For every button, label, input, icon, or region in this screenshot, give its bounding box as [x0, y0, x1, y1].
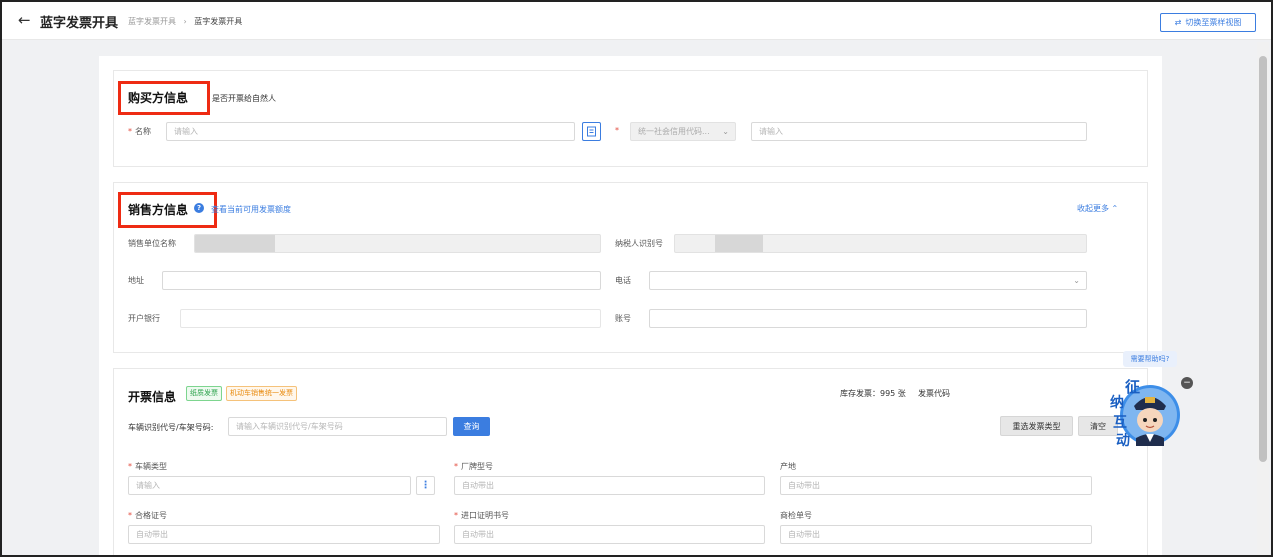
seller-section-title: 销售方信息 [128, 203, 189, 217]
seller-name-label: 销售单位名称 [128, 239, 176, 248]
inspect-no-label: 商检单号 [780, 511, 812, 520]
seller-bank-input[interactable] [180, 309, 601, 328]
required-mark: * [454, 511, 458, 520]
natural-person-toggle-label[interactable]: 是否开票给自然人 [212, 93, 276, 104]
vin-label: 车辆识别代号/车架号码: [128, 423, 214, 432]
app-window: ← 蓝字发票开具 蓝字发票开具 › 蓝字发票开具 ⇄ 切换至票样视图 购买方信息… [0, 0, 1273, 557]
help-icon[interactable]: ? [194, 203, 204, 213]
inspect-no-input[interactable]: 自动带出 [780, 525, 1092, 544]
buyer-code-input[interactable]: 请输入 [751, 122, 1087, 141]
redacted-block [715, 235, 763, 252]
mascot-char-3: 互 [1113, 415, 1127, 431]
mascot-char-2: 纳 [1110, 395, 1124, 411]
buyer-name-input[interactable]: 请输入 [166, 122, 575, 141]
chevron-down-icon: ⌄ [722, 127, 729, 136]
quota-link[interactable]: 查看当前可用发票额度 [211, 204, 291, 215]
collapse-more-label: 收起更多 [1077, 204, 1109, 213]
required-mark: * [128, 511, 132, 520]
breadcrumb: 蓝字发票开具 › 蓝字发票开具 [128, 16, 242, 27]
cert-no-label: * 合格证号 [128, 510, 167, 521]
origin-label: 产地 [780, 462, 796, 471]
buyer-name-label-text: 名称 [135, 127, 151, 136]
seller-bank-label: 开户银行 [128, 314, 160, 323]
buyer-name-label: * 名称 [128, 126, 151, 137]
switch-view-button[interactable]: ⇄ 切换至票样视图 [1160, 13, 1256, 32]
required-mark: * [615, 126, 619, 135]
mascot-char-1: 征 [1125, 378, 1141, 396]
helper-mascot[interactable]: 征 纳 互 动 [1108, 378, 1182, 452]
cert-no-label-text: 合格证号 [135, 511, 167, 520]
more-options-icon[interactable]: ⋮ [416, 476, 435, 495]
import-cert-label-text: 进口证明书号 [461, 511, 509, 520]
brand-model-label: * 厂牌型号 [454, 461, 493, 472]
vehicle-type-label-text: 车辆类型 [135, 462, 167, 471]
breadcrumb-item-1[interactable]: 蓝字发票开具 [128, 17, 176, 26]
import-cert-input[interactable]: 自动带出 [454, 525, 765, 544]
buyer-code-type-select[interactable]: 统一社会信用代码... ⌄ [630, 122, 736, 141]
seller-address-input[interactable] [162, 271, 601, 290]
top-bar: ← 蓝字发票开具 蓝字发票开具 › 蓝字发票开具 ⇄ 切换至票样视图 [2, 2, 1271, 40]
chevron-down-icon: ⌄ [1073, 276, 1080, 285]
buyer-lookup-button[interactable] [582, 122, 601, 141]
mascot-char-4: 动 [1116, 433, 1130, 449]
query-button[interactable]: 查询 [453, 417, 490, 436]
vehicle-type-input[interactable]: 请输入 [128, 476, 411, 495]
invoice-card: 开票信息 纸质发票 机动车销售统一发票 库存发票：995 张 发票代码 车辆识别… [113, 368, 1148, 555]
address-book-icon [587, 126, 596, 137]
invoice-type-tag: 机动车销售统一发票 [226, 386, 297, 401]
import-cert-label: * 进口证明书号 [454, 510, 509, 521]
breadcrumb-item-current: 蓝字发票开具 [194, 17, 243, 26]
brand-model-label-text: 厂牌型号 [461, 462, 493, 471]
swap-icon: ⇄ [1174, 18, 1182, 27]
vehicle-type-label: * 车辆类型 [128, 461, 167, 472]
paper-invoice-tag: 纸质发票 [186, 386, 222, 401]
switch-view-label: 切换至票样视图 [1185, 18, 1242, 27]
buyer-section-title: 购买方信息 [128, 91, 189, 105]
seller-taxid-label: 纳税人识别号 [615, 239, 663, 248]
scrollbar-thumb[interactable] [1259, 56, 1267, 462]
seller-name-field [194, 234, 601, 253]
main-content: 购买方信息 是否开票给自然人 * 名称 请输入 * 统一社会信用代码... ⌄ 请… [99, 56, 1162, 555]
seller-account-label: 账号 [615, 314, 631, 323]
help-bubble[interactable]: 需要帮助吗? [1123, 351, 1177, 367]
buyer-code-type-value: 统一社会信用代码... [638, 127, 710, 136]
seller-taxid-field [674, 234, 1087, 253]
breadcrumb-separator-icon: › [183, 17, 187, 26]
vin-input[interactable]: 请输入车辆识别代号/车架号码 [228, 417, 447, 436]
back-arrow-icon[interactable]: ← [18, 11, 31, 29]
redacted-block [195, 235, 275, 252]
seller-card: 销售方信息 ? 查看当前可用发票额度 收起更多 ⌃ 销售单位名称 纳税人识别号 … [113, 182, 1148, 353]
collapse-more-link[interactable]: 收起更多 ⌃ [1077, 203, 1118, 214]
cert-no-input[interactable]: 自动带出 [128, 525, 440, 544]
required-mark: * [128, 462, 132, 471]
invoice-stock-text: 库存发票：995 张 [840, 389, 906, 398]
required-mark: * [454, 462, 458, 471]
origin-input[interactable]: 自动带出 [780, 476, 1092, 495]
seller-phone-select[interactable]: ⌄ [649, 271, 1087, 290]
page-title: 蓝字发票开具 [40, 16, 119, 31]
seller-phone-label: 电话 [615, 276, 631, 285]
reselect-invoice-type-button[interactable]: 重选发票类型 [1000, 416, 1073, 436]
seller-account-input[interactable] [649, 309, 1087, 328]
required-mark: * [128, 127, 132, 136]
brand-model-input[interactable]: 自动带出 [454, 476, 765, 495]
invoice-section-title: 开票信息 [128, 390, 177, 404]
seller-address-label: 地址 [128, 276, 144, 285]
invoice-code-label: 发票代码 [918, 389, 950, 398]
close-icon[interactable]: − [1181, 377, 1193, 389]
chevron-up-icon: ⌃ [1111, 204, 1119, 213]
buyer-card: 购买方信息 是否开票给自然人 * 名称 请输入 * 统一社会信用代码... ⌄ 请… [113, 70, 1148, 167]
